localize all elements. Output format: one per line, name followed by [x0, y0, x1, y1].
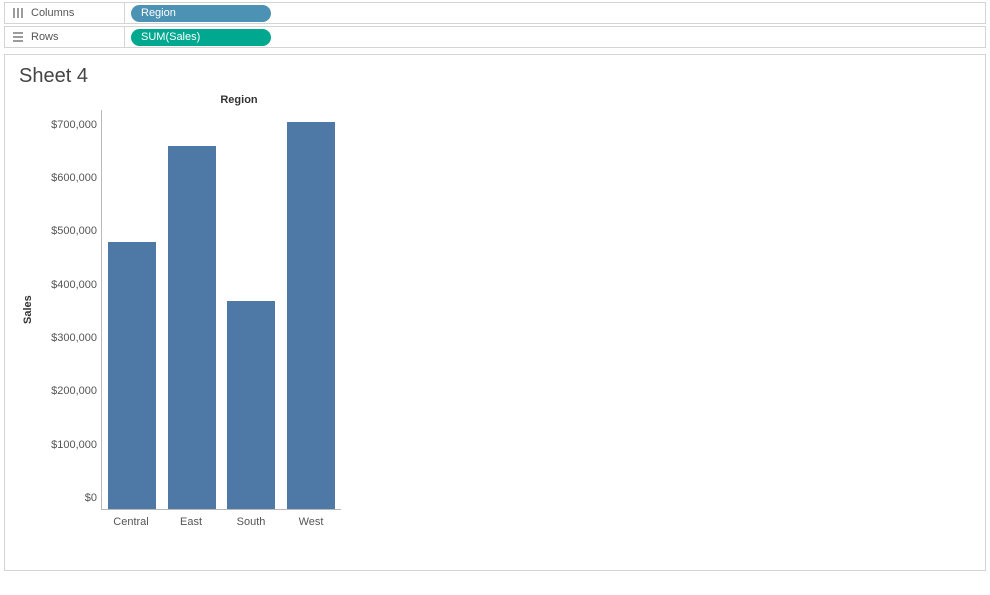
bar-slot [281, 110, 341, 509]
y-axis-ticks: $0 $100,000 $200,000 $300,000 $400,000 $500,0… [37, 110, 101, 510]
rows-shelf[interactable]: Rows SUM(Sales) [4, 26, 986, 48]
bar-central[interactable] [108, 242, 156, 509]
rows-icon [11, 30, 25, 44]
y-axis-title: Sales [19, 110, 37, 510]
y-tick-label: $500,000 [51, 225, 97, 237]
bar-slot [162, 110, 222, 509]
x-tick-label: West [281, 516, 341, 528]
y-tick-label: $700,000 [51, 119, 97, 131]
y-tick-label: $200,000 [51, 385, 97, 397]
plot-area [101, 110, 341, 510]
columns-icon [11, 6, 25, 20]
columns-shelf-header: Columns [5, 3, 125, 23]
sheet-title: Sheet 4 [19, 65, 971, 88]
rows-label: Rows [31, 31, 59, 43]
x-axis-labels: CentralEastSouthWest [101, 510, 341, 528]
bar-slot [102, 110, 162, 509]
bar-east[interactable] [168, 146, 216, 509]
y-tick-label: $300,000 [51, 332, 97, 344]
x-tick-label: Central [101, 516, 161, 528]
bar-west[interactable] [287, 122, 335, 509]
columns-shelf[interactable]: Columns Region [4, 2, 986, 24]
y-tick-label: $100,000 [51, 439, 97, 451]
columns-shelf-content[interactable]: Region [125, 3, 985, 23]
y-tick-label: $0 [85, 492, 97, 504]
y-tick-label: $600,000 [51, 172, 97, 184]
rows-pill-sum-sales[interactable]: SUM(Sales) [131, 29, 271, 46]
x-axis-title: Region [119, 92, 359, 110]
worksheet-panel: Sheet 4 Region Sales $0$100,000$200,000$… [4, 54, 986, 571]
bar-slot [222, 110, 282, 509]
rows-shelf-content[interactable]: SUM(Sales) [125, 27, 985, 47]
x-tick-label: South [221, 516, 281, 528]
y-tick-label: $400,000 [51, 279, 97, 291]
columns-pill-region[interactable]: Region [131, 5, 271, 22]
bar-south[interactable] [227, 301, 275, 509]
chart: Region Sales $0$100,000$200,000$300,000$… [19, 92, 379, 562]
x-tick-label: East [161, 516, 221, 528]
rows-shelf-header: Rows [5, 27, 125, 47]
columns-label: Columns [31, 7, 74, 19]
